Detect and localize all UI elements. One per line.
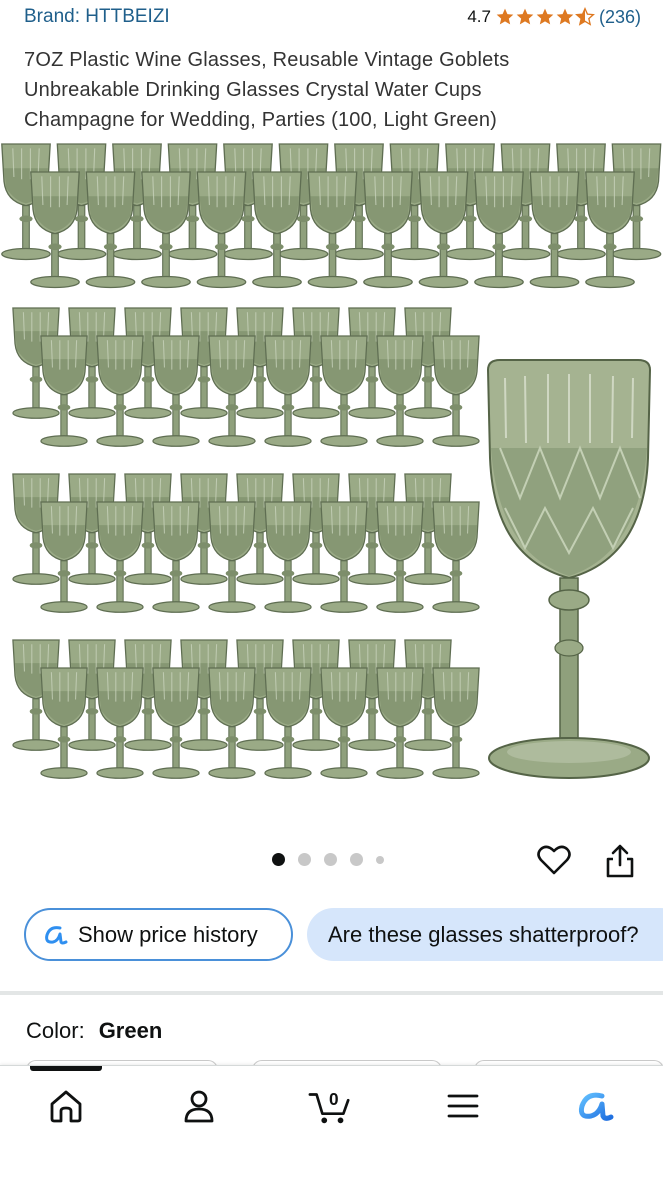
star-half-icon [575,7,595,26]
small-glass [40,667,88,779]
rating-count[interactable]: (236) [599,7,641,28]
small-glass [264,335,312,447]
small-glass [85,171,136,289]
small-glass [40,335,88,447]
small-glass [320,501,368,613]
brand-rating-row: Brand: HTTBEIZI 4.7 (236) [24,4,641,30]
small-glass [432,667,480,779]
rufus-icon [45,925,68,944]
small-glass [30,171,80,289]
small-glass [432,335,480,447]
star-rating [495,7,595,27]
carousel-dot[interactable] [324,853,337,866]
small-glass [418,171,469,289]
menu-icon [447,1094,479,1118]
small-glass [264,667,312,779]
rating-summary[interactable]: 4.7 (236) [467,7,641,28]
carousel-dots[interactable] [272,853,384,866]
small-glass [376,335,424,447]
brand-link[interactable]: Brand: HTTBEIZI [24,6,170,28]
carousel-dot[interactable] [298,853,311,866]
small-glass [96,501,144,613]
small-glass [141,171,191,289]
small-glass [208,667,256,779]
nav-rufus[interactable] [573,1084,617,1128]
account-icon [184,1090,214,1123]
small-glass [585,171,635,289]
small-glass [252,171,302,289]
small-glass [307,171,358,289]
small-glass [96,335,144,447]
small-glass [152,335,200,447]
star-icon [496,8,514,25]
small-glass [208,501,256,613]
color-value: Green [98,1018,163,1043]
hero-glass [486,359,652,779]
carousel-dot[interactable] [272,853,285,866]
small-glass [40,501,88,613]
nav-home[interactable] [44,1084,88,1128]
star-icon [556,8,574,25]
section-divider [0,991,663,995]
star-icon [536,8,554,25]
suggested-question-label: Are these glasses shatterproof? [328,921,639,947]
product-image[interactable] [0,138,663,808]
small-glass [152,667,200,779]
suggested-question-chip[interactable]: Are these glasses shatterproof? [307,908,663,961]
small-glass [376,501,424,613]
small-glass [96,667,144,779]
price-history-label: Show price history [78,921,258,947]
share-icon[interactable] [604,843,636,879]
small-glass [152,501,200,613]
star-icon [516,8,534,25]
nav-account[interactable] [177,1084,221,1128]
color-selector-label: Color: Green [26,1018,162,1044]
cart-count: 0 [329,1089,339,1109]
small-glass [432,501,480,613]
carousel-dot[interactable] [376,855,384,864]
small-glass [320,335,368,447]
small-glass [264,501,312,613]
bottom-nav: 0 [0,1065,663,1200]
small-glass [363,171,413,289]
nav-menu[interactable] [441,1084,485,1128]
carousel-dot[interactable] [350,853,363,866]
heart-icon[interactable] [536,842,572,878]
rufus-icon [578,1092,614,1121]
small-glass [196,171,247,289]
nav-active-indicator [30,1066,102,1071]
small-glass [529,171,580,289]
price-history-button[interactable]: Show price history [24,908,293,961]
nav-cart[interactable]: 0 [308,1084,352,1128]
product-title: 7OZ Plastic Wine Glasses, Reusable Vinta… [24,49,510,131]
small-glass [376,667,424,779]
cart-icon: 0 [308,1089,350,1124]
small-glass [474,171,524,289]
small-glass [208,335,256,447]
home-icon [50,1090,82,1123]
rating-value: 4.7 [467,7,491,26]
small-glass [320,667,368,779]
color-label: Color: [26,1018,85,1043]
